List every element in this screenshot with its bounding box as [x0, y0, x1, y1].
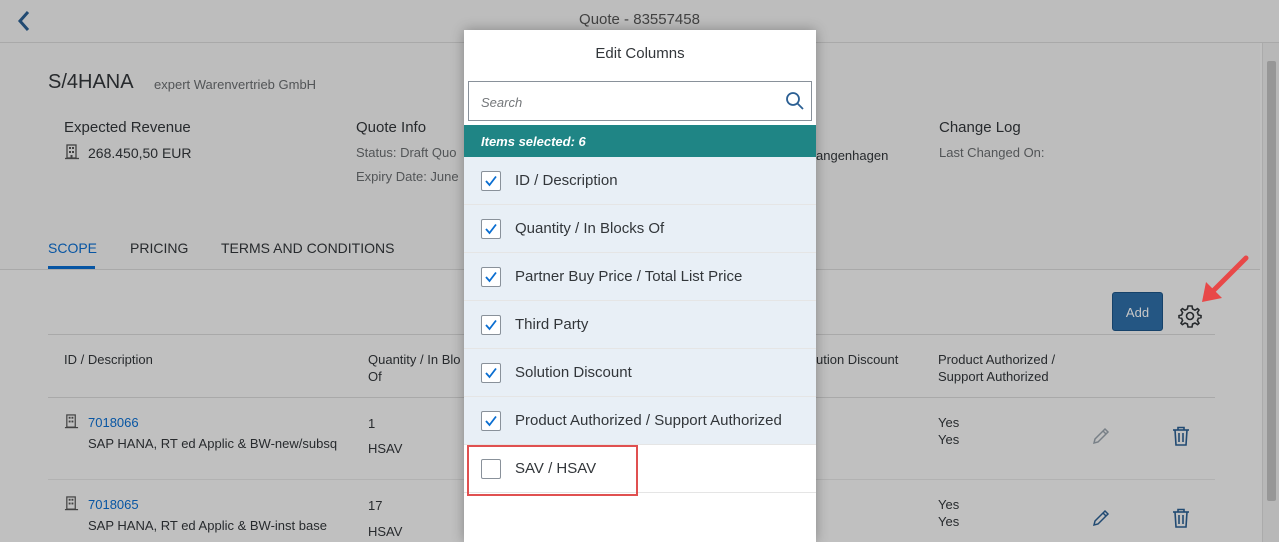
- column-option-label: Third Party: [515, 316, 589, 333]
- checkbox-checked[interactable]: [481, 363, 501, 383]
- search-input[interactable]: [481, 92, 771, 112]
- column-option-solution-discount[interactable]: Solution Discount: [464, 349, 816, 397]
- column-option-label: Partner Buy Price / Total List Price: [515, 268, 743, 285]
- column-option-label: Solution Discount: [515, 364, 632, 381]
- checkbox-checked[interactable]: [481, 315, 501, 335]
- annotation-arrow-icon: [1196, 252, 1252, 308]
- column-option-label: Quantity / In Blocks Of: [515, 220, 665, 237]
- column-option-partner-buy-price[interactable]: Partner Buy Price / Total List Price: [464, 253, 816, 301]
- column-option-product-authorized[interactable]: Product Authorized / Support Authorized: [464, 397, 816, 445]
- column-option-quantity[interactable]: Quantity / In Blocks Of: [464, 205, 816, 253]
- checkbox-checked[interactable]: [481, 411, 501, 431]
- checkbox-checked[interactable]: [481, 219, 501, 239]
- items-selected-bar: Items selected: 6: [464, 125, 816, 157]
- column-option-label: ID / Description: [515, 172, 618, 189]
- column-option-label: Product Authorized / Support Authorized: [515, 412, 782, 429]
- search-field[interactable]: [468, 81, 812, 121]
- checkbox-checked[interactable]: [481, 171, 501, 191]
- column-option-id-description[interactable]: ID / Description: [464, 157, 816, 205]
- search-icon[interactable]: [785, 91, 805, 111]
- dialog-title: Edit Columns: [595, 45, 685, 62]
- highlight-annotation-box: [467, 445, 638, 496]
- column-option-third-party[interactable]: Third Party: [464, 301, 816, 349]
- checkbox-checked[interactable]: [481, 267, 501, 287]
